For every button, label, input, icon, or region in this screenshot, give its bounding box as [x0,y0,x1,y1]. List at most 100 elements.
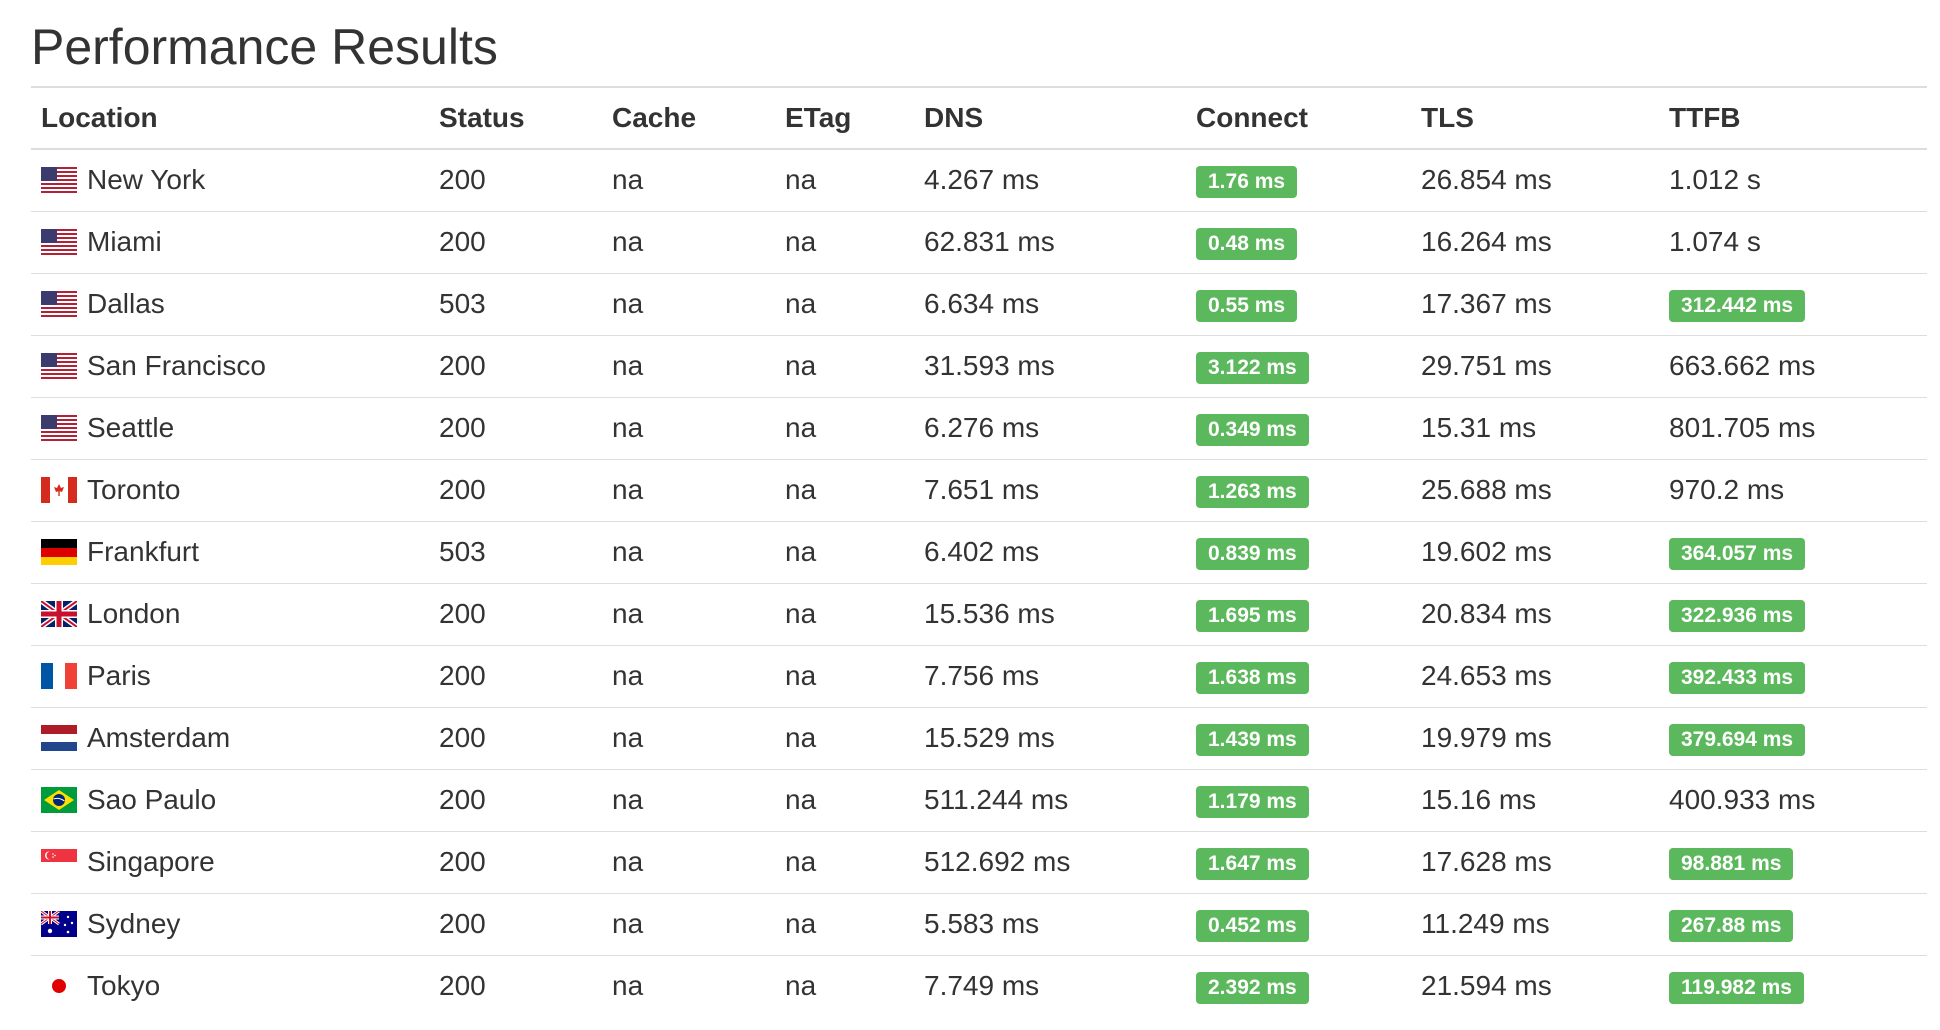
location-cell: London [31,583,429,645]
dns-cell: 15.536 ms [924,598,1055,629]
location-name: Amsterdam [87,722,231,753]
location-cell: Paris [31,645,429,707]
etag-cell: na [785,474,817,505]
connect-cell: 1.638 ms [1186,645,1411,707]
cache-cell: na [612,784,644,815]
tls-cell: 11.249 ms [1421,908,1550,939]
tls-cell: 15.16 ms [1421,784,1537,815]
ttfb-cell: 663.662 ms [1659,335,1927,397]
etag-cell: na [785,784,817,815]
us-flag-icon [41,167,77,194]
ttfb-cell: 322.936 ms [1659,583,1927,645]
connect-cell: 1.695 ms [1186,583,1411,645]
ttfb-cell: 98.881 ms [1659,831,1927,893]
cache-cell: na [612,474,644,505]
connect-value: 1.439 ms [1196,723,1309,756]
cache-cell: na [612,350,644,381]
page-title: Performance Results [31,19,498,75]
connect-value: 0.452 ms [1196,909,1309,942]
connect-value: 1.179 ms [1196,785,1309,818]
dns-cell: 31.593 ms [924,350,1055,381]
location-name: Seattle [87,412,175,443]
status-cell: 200 [439,846,486,877]
status-cell: 200 [439,660,486,691]
nl-flag-icon [41,725,77,751]
cache-cell: na [612,660,644,691]
location-name: Dallas [87,288,165,319]
location-name: Tokyo [87,970,161,1002]
connect-value: 1.263 ms [1196,475,1309,508]
results-table: Location Status Cache ETag DNS Connect T… [31,86,1927,1017]
jp-flag-icon [41,973,77,1000]
ttfb-value: 663.662 ms [1669,350,1816,381]
location-name: Toronto [87,474,181,505]
dns-cell: 6.276 ms [924,412,1040,443]
location-name: Miami [87,226,162,257]
column-header-ttfb: TTFB [1669,102,1741,133]
ttfb-value: 322.936 ms [1669,599,1806,632]
column-header-tls: TLS [1421,102,1474,133]
location-cell: San Francisco [31,335,429,397]
connect-cell: 2.392 ms [1186,955,1411,1017]
table-row: Dallas 503 na na 6.634 ms 0.55 ms 17.367… [31,273,1927,335]
connect-value: 2.392 ms [1196,971,1309,1004]
cache-cell: na [612,722,644,753]
table-row: San Francisco 200 na na 31.593 ms 3.122 … [31,335,1927,397]
ttfb-cell: 801.705 ms [1659,397,1927,459]
location-cell: Miami [31,211,429,273]
etag-cell: na [785,226,817,257]
tls-cell: 26.854 ms [1421,164,1552,196]
connect-value: 0.55 ms [1196,289,1298,322]
ttfb-cell: 267.88 ms [1659,893,1927,955]
table-row: Tokyo 200 na na 7.749 ms 2.392 ms 21.594… [31,955,1927,1017]
au-flag-icon [41,911,77,937]
connect-value: 1.76 ms [1196,165,1298,198]
us-flag-icon [41,353,77,379]
gb-flag-icon [41,601,77,627]
location-cell: Frankfurt [31,521,429,583]
location-cell: Amsterdam [31,707,429,769]
connect-cell: 1.76 ms [1186,149,1411,211]
table-header-row: Location Status Cache ETag DNS Connect T… [31,87,1927,149]
ca-flag-icon [41,477,77,503]
connect-value: 1.695 ms [1196,599,1309,632]
us-flag-icon [41,415,77,441]
connect-value: 0.48 ms [1196,227,1298,260]
dns-cell: 4.267 ms [924,164,1040,196]
dns-cell: 15.529 ms [924,722,1055,753]
table-row: Toronto 200 na na 7.651 ms 1.263 ms 25.6… [31,459,1927,521]
ttfb-cell: 379.694 ms [1659,707,1927,769]
cache-cell: na [612,846,644,877]
connect-value: 3.122 ms [1196,351,1309,384]
table-row: Amsterdam 200 na na 15.529 ms 1.439 ms 1… [31,707,1927,769]
tls-cell: 24.653 ms [1421,660,1552,691]
tls-cell: 29.751 ms [1421,350,1552,381]
location-cell: Seattle [31,397,429,459]
location-cell: Sydney [31,893,429,955]
location-name: Singapore [87,846,215,877]
tls-cell: 17.628 ms [1421,846,1552,877]
ttfb-value: 801.705 ms [1669,412,1816,443]
ttfb-cell: 1.074 s [1659,211,1927,273]
location-cell: Dallas [31,273,429,335]
etag-cell: na [785,660,817,691]
location-cell: Singapore [31,831,429,893]
etag-cell: na [785,722,817,753]
connect-cell: 0.839 ms [1186,521,1411,583]
sg-flag-icon [41,849,77,875]
column-header-cache: Cache [612,102,697,133]
status-cell: 200 [439,474,486,505]
ttfb-cell: 119.982 ms [1659,955,1927,1017]
status-cell: 503 [439,288,486,319]
connect-cell: 1.439 ms [1186,707,1411,769]
status-cell: 200 [439,598,486,629]
location-name: New York [87,164,206,196]
location-name: London [87,598,181,629]
tls-cell: 21.594 ms [1421,970,1552,1002]
status-cell: 503 [439,536,486,567]
cache-cell: na [612,598,644,629]
status-cell: 200 [439,350,486,381]
de-flag-icon [41,539,77,565]
table-row: Sydney 200 na na 5.583 ms 0.452 ms 11.24… [31,893,1927,955]
connect-cell: 0.349 ms [1186,397,1411,459]
